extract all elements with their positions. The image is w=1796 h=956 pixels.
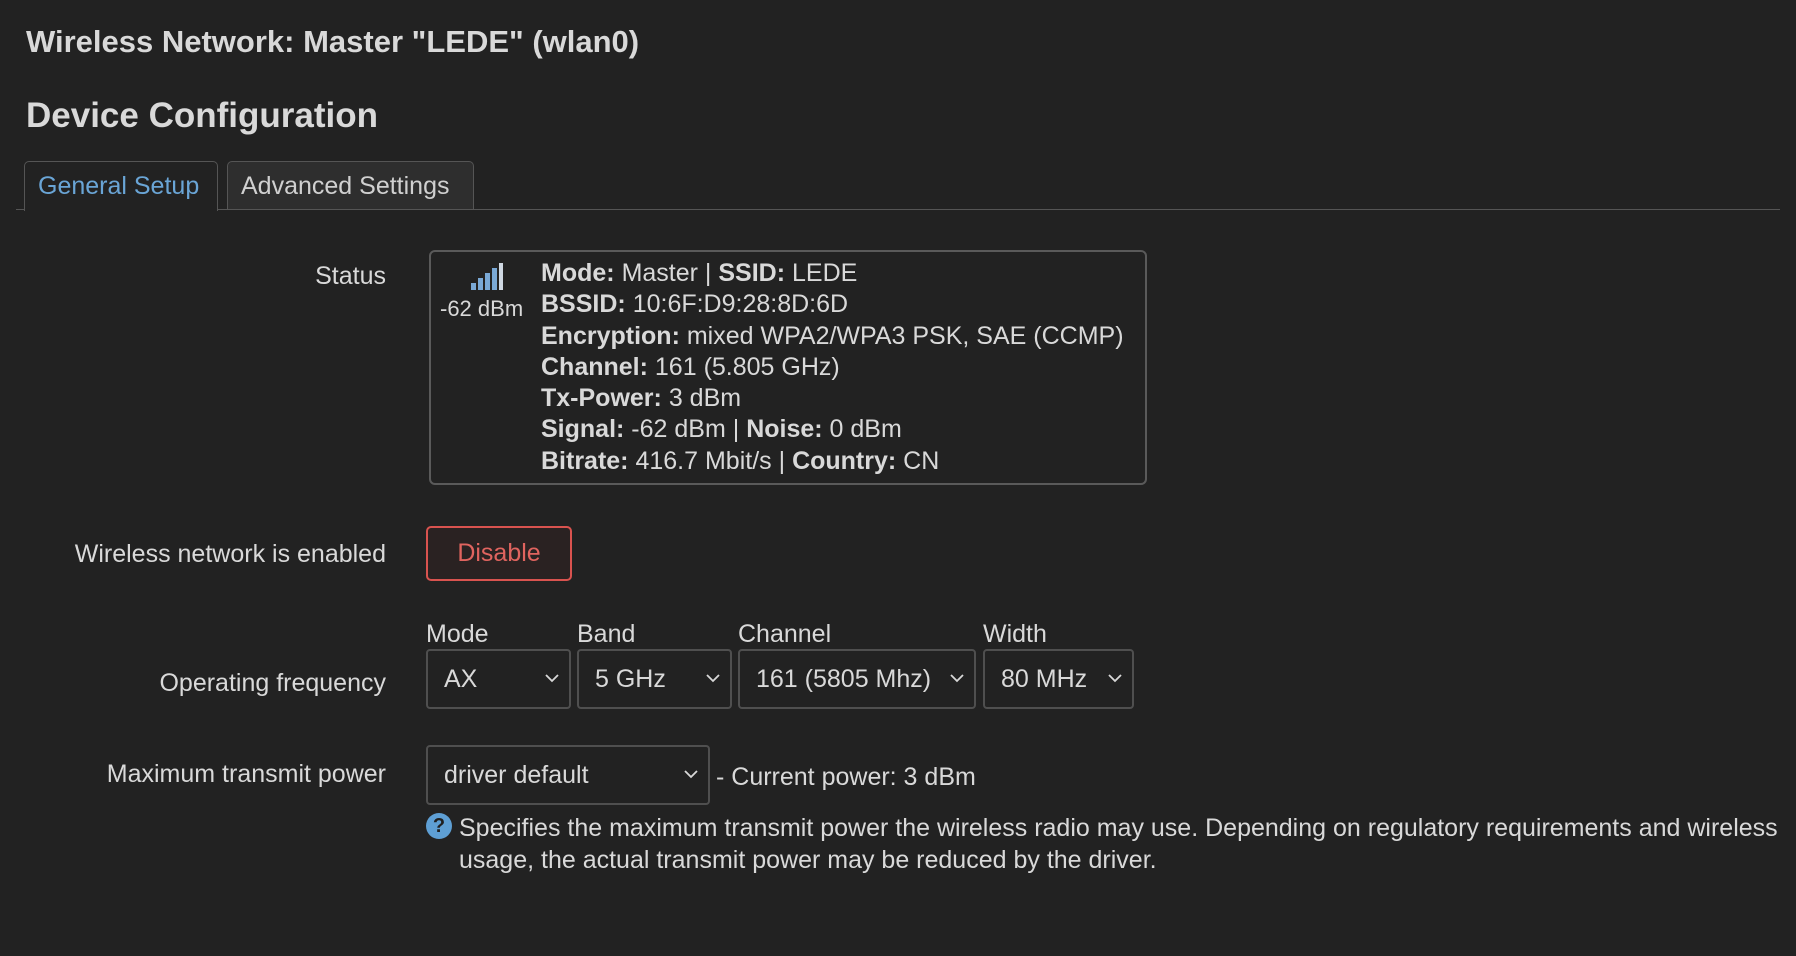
width-caption: Width bbox=[983, 620, 1047, 648]
signal-dbm: -62 dBm bbox=[440, 296, 524, 321]
txpower-value: 3 dBm bbox=[668, 384, 742, 413]
bitrate-value: 416.7 Mbit/s bbox=[635, 446, 772, 475]
encryption-value: mixed WPA2/WPA3 PSK, SAE (CCMP) bbox=[686, 321, 1124, 350]
bitrate-key: Bitrate: bbox=[541, 446, 629, 475]
disable-button[interactable]: Disable bbox=[426, 526, 572, 581]
status-line-channel: Channel: 161 (5.805 GHz) bbox=[541, 352, 1124, 383]
channel-select-value: 161 (5805 Mhz) bbox=[756, 665, 932, 693]
status-line-bitrate: Bitrate: 416.7 Mbit/s | Country: CN bbox=[541, 446, 1124, 477]
mode-select[interactable]: AX bbox=[426, 649, 571, 709]
signal-bars-icon bbox=[471, 263, 503, 290]
frequency-label: Operating frequency bbox=[159, 669, 386, 697]
country-value: CN bbox=[903, 446, 940, 475]
tab-general-setup[interactable]: General Setup bbox=[24, 161, 218, 211]
chevron-down-icon bbox=[1108, 674, 1122, 683]
status-line-bssid: BSSID: 10:6F:D9:28:8D:6D bbox=[541, 289, 1124, 320]
noise-value: 0 dBm bbox=[829, 415, 902, 444]
mode-caption: Mode bbox=[426, 620, 489, 648]
signal-key: Signal: bbox=[541, 415, 625, 444]
txpower-label: Maximum transmit power bbox=[106, 760, 386, 788]
band-caption: Band bbox=[577, 620, 636, 648]
status-line-encryption: Encryption: mixed WPA2/WPA3 PSK, SAE (CC… bbox=[541, 321, 1124, 352]
noise-key: Noise: bbox=[746, 415, 823, 444]
separator: | bbox=[704, 259, 712, 287]
chevron-down-icon bbox=[706, 674, 720, 683]
width-select[interactable]: 80 MHz bbox=[983, 649, 1134, 709]
status-line-signal: Signal: -62 dBm | Noise: 0 dBm bbox=[541, 414, 1124, 445]
tab-advanced-settings[interactable]: Advanced Settings bbox=[227, 161, 474, 209]
ssid-key: SSID: bbox=[718, 259, 786, 287]
status-line-txpower: Tx-Power: 3 dBm bbox=[541, 383, 1124, 414]
current-power: - Current power: 3 dBm bbox=[716, 763, 976, 791]
status-line-mode: Mode: Master | SSID: LEDE bbox=[541, 258, 1124, 289]
separator: | bbox=[778, 446, 786, 475]
txpower-key: Tx-Power: bbox=[541, 384, 662, 413]
ssid-value: LEDE bbox=[792, 259, 858, 287]
width-select-value: 80 MHz bbox=[1001, 665, 1088, 693]
txpower-select-value: driver default bbox=[444, 761, 589, 789]
bssid-key: BSSID: bbox=[541, 290, 626, 319]
channel-select[interactable]: 161 (5805 Mhz) bbox=[738, 649, 976, 709]
signal-value: -62 dBm bbox=[631, 415, 726, 444]
mode-select-value: AX bbox=[444, 665, 478, 693]
mode-value: Master bbox=[621, 259, 698, 287]
channel-caption: Channel bbox=[738, 620, 832, 648]
section-title: Device Configuration bbox=[26, 96, 378, 135]
txpower-select[interactable]: driver default bbox=[426, 745, 710, 805]
channel-key: Channel: bbox=[541, 352, 648, 381]
channel-value: 161 (5.805 GHz) bbox=[654, 352, 840, 381]
question-circle-icon: ? bbox=[426, 813, 452, 839]
status-label: Status bbox=[315, 262, 386, 290]
page-title: Wireless Network: Master "LEDE" (wlan0) bbox=[26, 24, 640, 59]
chevron-down-icon bbox=[950, 674, 964, 683]
txpower-help-text: Specifies the maximum transmit power the… bbox=[459, 814, 1778, 874]
country-key: Country: bbox=[792, 446, 897, 475]
enabled-label: Wireless network is enabled bbox=[74, 540, 386, 568]
band-select[interactable]: 5 GHz bbox=[577, 649, 732, 709]
chevron-down-icon bbox=[684, 770, 698, 779]
mode-key: Mode: bbox=[541, 259, 615, 287]
status-details: Mode: Master | SSID: LEDE BSSID: 10:6F:D… bbox=[541, 258, 1124, 477]
separator: | bbox=[732, 415, 740, 444]
chevron-down-icon bbox=[545, 674, 559, 683]
encryption-key: Encryption: bbox=[541, 321, 680, 350]
bssid-value: 10:6F:D9:28:8D:6D bbox=[632, 290, 849, 319]
band-select-value: 5 GHz bbox=[595, 665, 666, 693]
